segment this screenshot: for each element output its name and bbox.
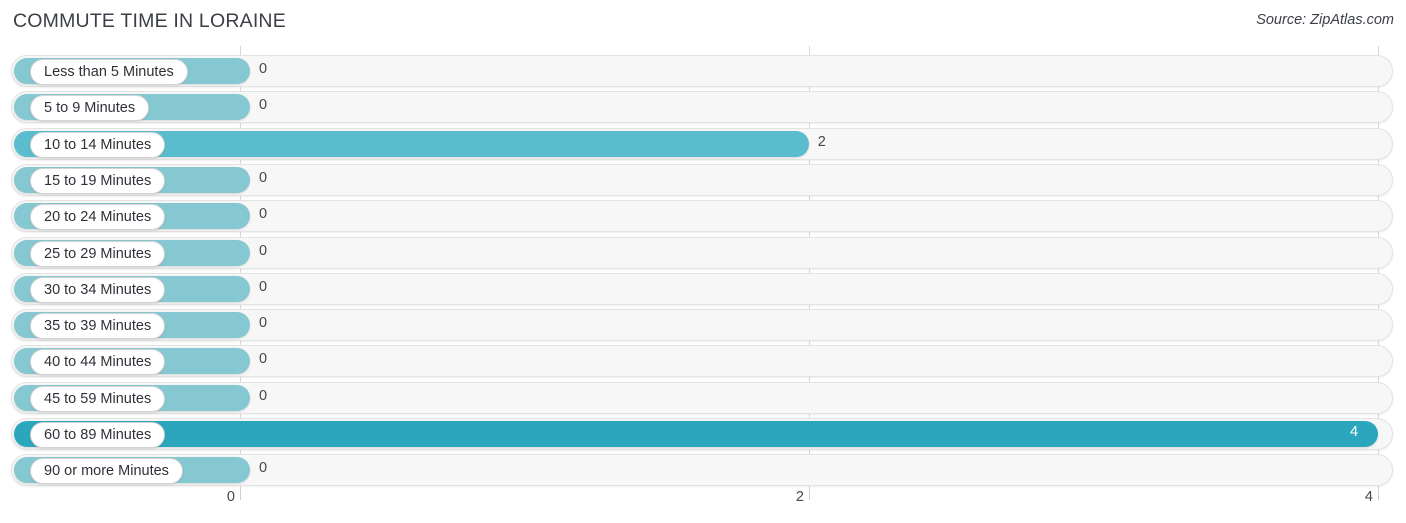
bar-value-label: 0	[259, 351, 268, 368]
bar-row[interactable]: Less than 5 Minutes 0	[0, 55, 1406, 87]
bar-row[interactable]: 10 to 14 Minutes 2	[0, 127, 1406, 160]
bar-value-label: 0	[259, 206, 268, 223]
source-attribution: Source: ZipAtlas.com	[1256, 12, 1394, 28]
axis-tick-mark	[1378, 486, 1379, 500]
axis-tick-label: 2	[795, 489, 804, 505]
bar-row[interactable]: 45 to 59 Minutes 0	[0, 381, 1406, 414]
axis-tick-mark	[240, 486, 241, 500]
bar-category-label: 10 to 14 Minutes	[30, 131, 166, 158]
bar-category-label: 60 to 89 Minutes	[30, 422, 166, 448]
bar-row[interactable]: 25 to 29 Minutes 0	[0, 236, 1406, 269]
chart-header: COMMUTE TIME IN LORAINE Source: ZipAtlas…	[0, 0, 1406, 46]
bar-value-label: 0	[259, 61, 268, 77]
x-axis: 0 2 4	[0, 486, 1406, 523]
bar-category-label: 30 to 34 Minutes	[30, 276, 166, 303]
bar-value-label: 0	[259, 460, 268, 477]
bar-value-label: 0	[259, 315, 268, 332]
bar-category-label: 35 to 39 Minutes	[30, 313, 166, 340]
bar-category-label: 25 to 29 Minutes	[30, 240, 166, 267]
bar-category-label: 45 to 59 Minutes	[30, 385, 166, 412]
bar-value-label: 0	[259, 242, 268, 259]
bar-category-label: 20 to 24 Minutes	[30, 204, 166, 231]
bar-row[interactable]: 60 to 89 Minutes 4	[0, 418, 1406, 450]
axis-tick-label: 4	[1364, 489, 1373, 505]
bar-category-label: 5 to 9 Minutes	[30, 95, 150, 122]
bar-value-label: 0	[259, 169, 268, 186]
bar-fill	[14, 421, 1378, 447]
bar-row[interactable]: 90 or more Minutes 0	[0, 454, 1406, 487]
bar-row[interactable]: 40 to 44 Minutes 0	[0, 345, 1406, 378]
bar-row[interactable]: 35 to 39 Minutes 0	[0, 309, 1406, 342]
bar-value-label: 0	[259, 278, 268, 295]
bar-value-label: 4	[1350, 424, 1359, 440]
page-title: COMMUTE TIME IN LORAINE	[13, 10, 286, 32]
bar-category-label: 90 or more Minutes	[30, 458, 183, 485]
axis-tick-mark	[809, 486, 810, 500]
bar-row[interactable]: 20 to 24 Minutes 0	[0, 200, 1406, 233]
bar-row[interactable]: 15 to 19 Minutes 0	[0, 163, 1406, 196]
bar-value-label: 0	[259, 387, 268, 404]
bar-value-label: 0	[259, 97, 268, 114]
bar-category-label: Less than 5 Minutes	[30, 59, 188, 85]
bar-category-label: 15 to 19 Minutes	[30, 167, 166, 194]
axis-tick-label: 0	[226, 489, 235, 505]
bar-value-label: 2	[817, 133, 826, 150]
bar-row[interactable]: 30 to 34 Minutes 0	[0, 272, 1406, 305]
chart-plot-area: Less than 5 Minutes 0 5 to 9 Minutes 0 10 to…	[0, 46, 1406, 487]
bar-row[interactable]: 5 to 9 Minutes 0	[0, 91, 1406, 124]
bar-category-label: 40 to 44 Minutes	[30, 349, 166, 376]
